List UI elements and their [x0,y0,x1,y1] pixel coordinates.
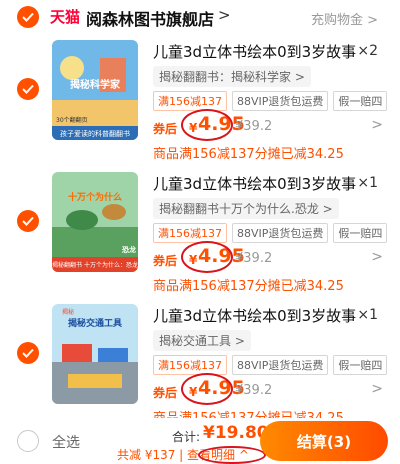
select-all-checkbox[interactable] [17,430,39,452]
cover-subtitle: 孩子爱读的科普翻翻书 [60,129,130,138]
cover-badge: 30个翻翻页 [56,116,88,124]
discount-tag: 满156减137 [153,355,227,375]
check-icon [22,348,34,358]
shop-chevron-icon[interactable]: > [218,6,231,24]
promo-text: 商品满156减137分摊已减34.25 [153,279,344,294]
check-icon [22,84,34,94]
guarantee-tag: 假一赔四 [333,91,388,111]
select-all-label[interactable]: 全选 [52,432,80,452]
item-checkbox[interactable] [17,78,39,100]
vip-tag: 88VIP退货包运费 [232,91,329,111]
cover-title: 十万个为什么 [68,191,122,203]
item-quantity[interactable]: ×2 [357,43,378,59]
item-sku[interactable]: 揭秘翻翻书：揭秘科学家 > [153,66,311,87]
tmall-logo: 天猫 [50,8,81,26]
vip-tag: 88VIP退货包运费 [232,223,329,243]
item-sku[interactable]: 揭秘交通工具 > [153,330,251,351]
cover-title: 揭秘交通工具 [68,317,122,329]
price-row: 券后 ¥ 4.95 ¥39.2 > [153,241,383,273]
item-title[interactable]: 儿童3d立体书绘本0到3岁故事 [153,41,356,62]
price-annotation-circle [181,373,233,405]
price-annotation-circle [181,109,233,141]
after-coupon-label: 券后 [153,122,178,136]
checkout-button[interactable]: 结算(3) [260,421,388,461]
shop-checkbox[interactable] [17,6,39,28]
original-price: ¥39.2 [235,119,273,134]
shop-header: 天猫 阅森林图书旗舰店 > 充购物金 > [0,0,400,34]
item-tags: 满156减137 88VIP退货包运费 假一赔四 [153,91,388,111]
guarantee-tag: 假一赔四 [333,223,388,243]
promo-text: 商品满156减137分摊已减34.25 [153,147,344,162]
item-checkbox[interactable] [17,342,39,364]
guarantee-tag: 假一赔四 [333,355,388,375]
total-label: 合计: [172,430,201,444]
after-coupon-label: 券后 [153,254,178,268]
shop-name[interactable]: 阅森林图书旗舰店 [86,6,214,30]
product-thumbnail[interactable]: 揭秘交通工具 揭秘 [52,304,138,404]
product-thumbnail[interactable]: 揭秘科学家 孩子爱读的科普翻翻书 30个翻翻页 [52,40,138,140]
original-price: ¥39.2 [235,251,273,266]
price-annotation-circle [181,241,233,273]
original-price: ¥39.2 [235,383,273,398]
cover-title: 揭秘科学家 [70,78,121,91]
cover-badge: 揭秘 [62,308,74,316]
cart-item: 揭秘科学家 孩子爱读的科普翻翻书 30个翻翻页 儿童3d立体书绘本0到3岁故事 … [0,40,400,170]
vip-tag: 88VIP退货包运费 [232,355,329,375]
item-sku[interactable]: 揭秘翻翻书十万个为什么.恐龙 > [153,198,339,219]
discount-tag: 满156减137 [153,91,227,111]
price-row: 券后 ¥ 4.95 ¥39.2 > [153,109,383,141]
cover-badge: 恐龙 [122,245,136,254]
item-tags: 满156减137 88VIP退货包运费 假一赔四 [153,223,388,243]
after-coupon-label: 券后 [153,386,178,400]
chevron-right-icon[interactable]: > [371,249,383,265]
detail-annotation-circle [198,446,266,464]
chevron-right-icon[interactable]: > [371,381,383,397]
total-price: ¥19.80 [203,423,269,443]
check-icon [22,12,34,22]
recharge-link[interactable]: 充购物金 > [311,9,378,28]
item-quantity[interactable]: ×1 [357,175,378,191]
price-row: 券后 ¥ 4.95 ¥39.2 > [153,373,383,405]
chevron-right-icon[interactable]: > [371,117,383,133]
cover-subtitle: 揭秘翻翻书 十万个为什么：恐龙 [52,261,138,269]
product-thumbnail[interactable]: 十万个为什么 揭秘翻翻书 十万个为什么：恐龙 恐龙 [52,172,138,272]
cart-item: 揭秘交通工具 揭秘 儿童3d立体书绘本0到3岁故事 ×1 揭秘交通工具 > 满1… [0,304,400,434]
item-tags: 满156减137 88VIP退货包运费 假一赔四 [153,355,388,375]
discount-tag: 满156减137 [153,223,227,243]
item-title[interactable]: 儿童3d立体书绘本0到3岁故事 [153,305,356,326]
checkout-bar: 全选 合计: ¥19.80 共减 ¥137 | 查看明细 ^ 结算(3) [0,418,400,464]
cart-item: 十万个为什么 揭秘翻翻书 十万个为什么：恐龙 恐龙 儿童3d立体书绘本0到3岁故… [0,172,400,302]
check-icon [22,216,34,226]
item-checkbox[interactable] [17,210,39,232]
item-title[interactable]: 儿童3d立体书绘本0到3岁故事 [153,173,356,194]
item-quantity[interactable]: ×1 [357,307,378,323]
